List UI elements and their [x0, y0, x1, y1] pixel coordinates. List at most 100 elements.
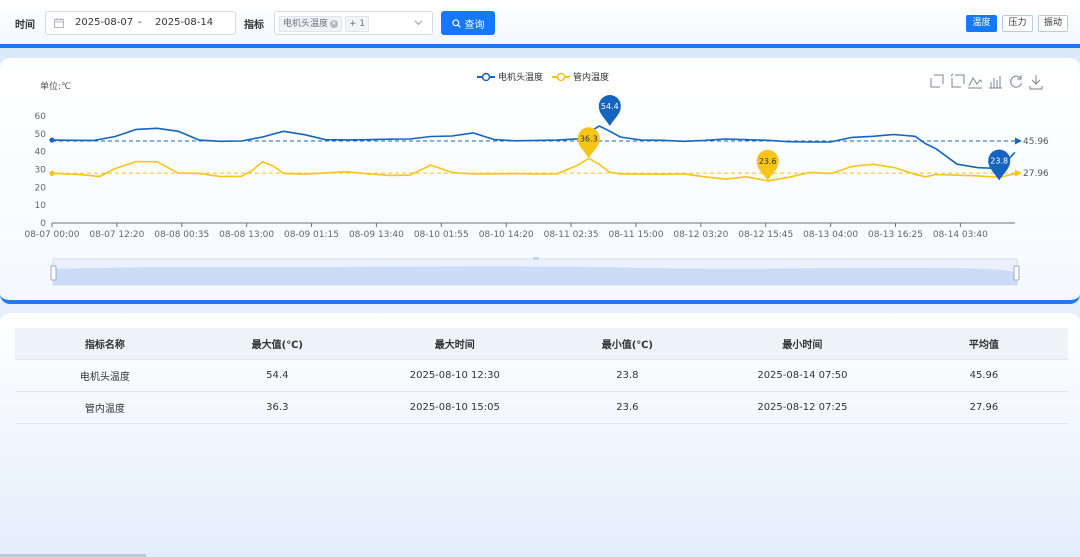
x-tick-label: 08-12 03:20 [673, 230, 728, 240]
table-row: 管内温度 36.3 2025-08-10 15:05 23.6 2025-08-… [15, 391, 1068, 424]
y-tick-label: 0 [40, 219, 46, 229]
y-tick-label: 60 [35, 112, 47, 122]
x-tick-label: 08-13 04:00 [803, 230, 858, 240]
x-tick-label: 08-09 01:15 [284, 230, 339, 240]
toggle-temperature[interactable]: 温度 [966, 15, 997, 32]
slider-handle-right[interactable] [1013, 265, 1020, 281]
chart-card: 电机头温度 管内温度 单位:℃ 0 10 20 30 40 50 60 08-07 00:00… [0, 58, 1080, 304]
cell-max: 36.3 [194, 391, 360, 424]
stats-table: 指标名称 最大值(℃) 最大时间 最小值(℃) 最小时间 平均值 电机头温度 5… [15, 328, 1068, 424]
table-header-row: 指标名称 最大值(℃) 最大时间 最小值(℃) 最小时间 平均值 [15, 328, 1068, 360]
date-separator: - [138, 17, 142, 28]
legend-item-motor[interactable]: 电机头温度 [477, 71, 543, 83]
metric-tag-label: 电机头温度 [283, 19, 329, 29]
start-date-input[interactable]: 2025-08-07 [75, 17, 133, 28]
cell-max-time: 2025-08-10 12:30 [359, 359, 550, 392]
line-chart-icon[interactable] [967, 73, 983, 89]
series-line-0 [51, 125, 1016, 170]
y-tick-label: 40 [35, 148, 47, 158]
metric-label: 指标 [244, 20, 264, 31]
avg-label: 45.96 [1023, 137, 1049, 147]
x-tick-label: 08-10 01:55 [414, 230, 469, 240]
x-tick-label: 08-07 00:00 [25, 230, 80, 240]
slider-handle-left[interactable] [50, 265, 57, 281]
cell-max-time: 2025-08-10 15:05 [359, 391, 550, 424]
zoom-select-icon[interactable] [929, 73, 945, 89]
query-button[interactable]: 查询 [441, 11, 495, 35]
bar-chart-icon[interactable] [988, 73, 1004, 89]
pin-label: 54.4 [601, 102, 619, 111]
pin-label: 23.8 [990, 157, 1008, 166]
filter-toolbar: 时间 2025-08-07 - 2025-08-14 指标 电机头温度 ✕ + 1… [0, 0, 1080, 48]
x-tick-label: 08-10 14:20 [479, 230, 534, 240]
series-line-1 [51, 157, 1016, 182]
avg-arrow [1015, 137, 1022, 145]
toggle-vibration[interactable]: 振动 [1038, 15, 1068, 32]
legend-label-pipe: 管内温度 [573, 71, 609, 83]
stats-card: 指标名称 最大值(℃) 最大时间 最小值(℃) 最小时间 平均值 电机头温度 5… [0, 313, 1080, 557]
toggle-pressure[interactable]: 压力 [1002, 15, 1033, 32]
cell-avg: 27.96 [899, 391, 1068, 424]
x-tick-label: 08-07 12:20 [89, 230, 144, 240]
cell-min-time: 2025-08-14 07:50 [704, 359, 900, 392]
y-tick-label: 20 [35, 183, 47, 193]
x-tick-label: 08-13 16:25 [868, 230, 923, 240]
col-header-max-time: 最大时间 [359, 328, 550, 360]
legend: 电机头温度 管内温度 [477, 71, 609, 83]
end-date-input[interactable]: 2025-08-14 [155, 17, 213, 28]
legend-item-pipe[interactable]: 管内温度 [552, 71, 609, 83]
x-tick-label: 08-08 00:35 [154, 230, 209, 240]
y-tick-label: 30 [35, 166, 47, 176]
cell-avg: 45.96 [899, 359, 1068, 392]
metric-select[interactable]: 电机头温度 ✕ + 1 [274, 11, 433, 35]
cell-min: 23.6 [549, 391, 705, 424]
search-icon [451, 18, 461, 28]
chart-toolbox [929, 73, 1044, 90]
avg-label: 27.96 [1023, 169, 1049, 179]
cell-max: 54.4 [194, 359, 360, 392]
pin-marker: 54.4 [598, 94, 621, 126]
y-tick-label: 50 [35, 130, 47, 140]
date-range-picker[interactable]: 2025-08-07 - 2025-08-14 [45, 11, 236, 35]
col-header-avg: 平均值 [899, 328, 1068, 360]
pin-marker: 36.3 [577, 127, 600, 159]
slider-preview-area [53, 266, 1017, 285]
series-start-point [49, 137, 55, 143]
cell-min-time: 2025-08-12 07:25 [704, 391, 900, 424]
pin-label: 36.3 [580, 134, 598, 143]
temperature-line-chart: 电机头温度 管内温度 单位:℃ 0 10 20 30 40 50 60 08-07 00:00… [25, 71, 1049, 286]
tag-close-icon[interactable]: ✕ [330, 19, 339, 28]
y-tick-label: 10 [35, 201, 47, 211]
col-header-max: 最大值(℃) [194, 328, 360, 360]
x-tick-label: 08-12 15:45 [738, 230, 793, 240]
table-row: 电机头温度 54.4 2025-08-10 12:30 23.8 2025-08… [15, 359, 1068, 392]
x-tick-label: 08-14 03:40 [933, 230, 988, 240]
marker-layer: 45.96 27.96 54.4 36.3 23.8 23.6 [52, 94, 1049, 181]
x-tick-label: 08-11 15:00 [608, 230, 663, 240]
slider-move-handle[interactable] [533, 257, 539, 260]
legend-label-motor: 电机头温度 [498, 71, 543, 83]
query-button-label: 查询 [464, 19, 485, 31]
col-header-min: 最小值(℃) [549, 328, 705, 360]
zoom-reset-icon[interactable] [949, 73, 965, 89]
col-header-min-time: 最小时间 [704, 328, 900, 360]
download-icon[interactable] [1028, 73, 1044, 90]
calendar-icon [54, 18, 64, 28]
cell-metric: 管内温度 [15, 391, 195, 424]
time-label: 时间 [15, 20, 35, 31]
metric-tag[interactable]: 电机头温度 ✕ [279, 16, 343, 32]
cell-min: 23.8 [549, 359, 705, 392]
pin-marker: 23.6 [756, 149, 779, 181]
x-tick-label: 08-08 13:00 [219, 230, 274, 240]
chevron-down-icon[interactable] [414, 18, 423, 27]
data-zoom-slider[interactable] [50, 257, 1020, 286]
pin-label: 23.6 [759, 157, 777, 166]
unit-label: 单位:℃ [40, 80, 71, 92]
col-header-metric: 指标名称 [15, 328, 195, 360]
x-tick-label: 08-09 13:40 [349, 230, 404, 240]
avg-arrow [1015, 169, 1022, 177]
metric-more-tag: + 1 [345, 16, 370, 32]
cell-metric: 电机头温度 [15, 359, 195, 392]
x-tick-label: 08-11 02:35 [544, 230, 599, 240]
refresh-icon[interactable] [1008, 73, 1024, 89]
